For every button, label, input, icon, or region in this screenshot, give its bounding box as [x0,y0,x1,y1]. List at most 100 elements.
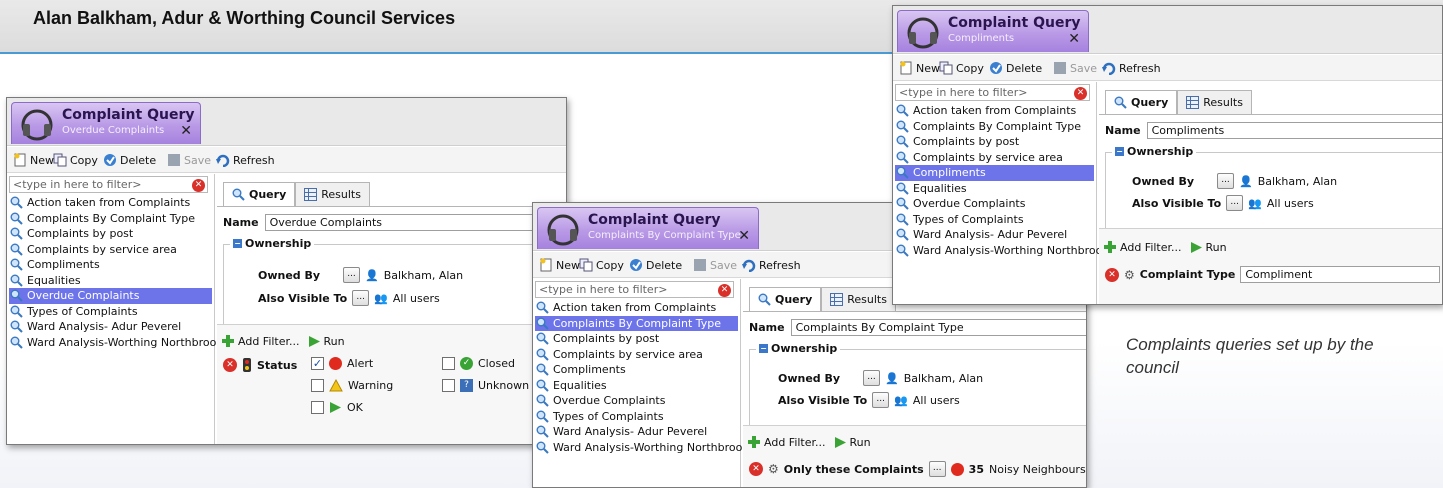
list-item[interactable]: Equalities [9,273,212,289]
tab-query[interactable]: Query [1105,90,1178,114]
closed-checkbox[interactable] [442,357,455,370]
name-field[interactable]: Compliments [1146,122,1442,139]
list-item[interactable]: Ward Analysis-Worthing Northbrook [535,440,749,456]
option-warning: Warning [311,379,393,392]
document-tab[interactable]: Complaint Query Compliments ✕ [897,10,1089,52]
add-filter-button[interactable]: Add Filter... [1103,240,1182,254]
document-tab[interactable]: Complaint Query Overdue Complaints ✕ [11,102,201,144]
list-item[interactable]: Equalities [895,181,1094,197]
owner-picker-button[interactable]: ... [343,267,360,283]
list-item[interactable]: Equalities [535,378,738,394]
add-filter-button[interactable]: Add Filter... [221,334,300,348]
close-icon[interactable]: ✕ [738,228,750,244]
list-item[interactable]: Types of Complaints [9,304,212,320]
list-item[interactable]: Ward Analysis-Worthing Northbrook [9,335,223,351]
visibility-picker-button[interactable]: ... [872,392,890,408]
new-button[interactable]: New [539,257,580,273]
list-item[interactable]: Overdue Complaints [535,393,738,409]
document-tab[interactable]: Complaint Query Complaints By Complaint … [537,207,759,249]
owner-picker-button[interactable]: ... [1217,173,1234,189]
copy-button[interactable]: Copy [579,257,624,273]
remove-condition-icon[interactable]: ✕ [223,358,237,372]
visible-to-row: Also Visible To... 👥 All users [778,392,960,408]
list-item-selected[interactable]: Overdue Complaints [9,288,212,304]
traffic-light-icon [243,358,251,372]
refresh-button[interactable]: Refresh [216,152,275,168]
remove-condition-icon[interactable]: ✕ [749,462,763,476]
clear-filter-icon[interactable]: ✕ [718,284,731,297]
list-item[interactable]: Complaints by post [895,134,1094,150]
list-item[interactable]: Complaints By Complaint Type [895,119,1094,135]
list-item[interactable]: Ward Analysis- Adur Peverel [535,424,738,440]
visibility-picker-button[interactable]: ... [352,290,370,306]
option-closed: ✓ Closed [442,357,515,370]
new-button[interactable]: New [13,152,54,168]
list-item[interactable]: Complaints By Complaint Type [9,211,212,227]
close-icon[interactable]: ✕ [1068,31,1080,47]
option-ok: OK [311,401,363,414]
add-filter-button[interactable]: Add Filter... [747,435,826,449]
list-item[interactable]: Action taken from Complaints [895,103,1094,119]
list-item[interactable]: Complaints by post [9,226,212,242]
list-item[interactable]: Ward Analysis- Adur Peverel [9,319,212,335]
run-button[interactable]: Run [308,335,345,348]
list-item[interactable]: Ward Analysis- Adur Peverel [895,227,1094,243]
delete-button[interactable]: Delete [629,257,682,273]
ok-checkbox[interactable] [311,401,324,414]
complaint-type-field[interactable]: Compliment [1240,266,1441,283]
collapse-icon[interactable]: − [233,239,242,248]
save-button[interactable]: Save [1053,60,1097,76]
save-button[interactable]: Save [693,257,737,273]
list-item[interactable]: Action taken from Complaints [9,195,212,211]
title-bar: Complaint Query Overdue Complaints ✕ [7,98,566,146]
refresh-button[interactable]: Refresh [1102,60,1161,76]
tab-results[interactable]: Results [1177,90,1252,114]
list-item-selected[interactable]: Compliments [895,165,1094,181]
warning-checkbox[interactable] [311,379,324,392]
refresh-button[interactable]: Refresh [742,257,801,273]
collapse-icon[interactable]: − [759,344,768,353]
filter-input[interactable]: <type in here to filter> ✕ [895,84,1090,101]
save-button[interactable]: Save [167,152,211,168]
list-item[interactable]: Ward Analysis-Worthing Northbrook [895,243,1109,259]
name-field[interactable]: Overdue Complaints [264,214,555,231]
filter-input[interactable]: <type in here to filter> ✕ [535,281,734,298]
copy-button[interactable]: Copy [53,152,98,168]
search-icon [536,425,549,438]
delete-button[interactable]: Delete [103,152,156,168]
plus-icon [748,436,760,448]
collapse-icon[interactable]: − [1115,147,1124,156]
filter-input[interactable]: <type in here to filter> ✕ [9,176,208,193]
list-item[interactable]: Types of Complaints [895,212,1094,228]
list-item[interactable]: Compliments [9,257,212,273]
new-button[interactable]: New [899,60,940,76]
list-item[interactable]: Overdue Complaints [895,196,1094,212]
list-item[interactable]: Compliments [535,362,738,378]
users-icon: 👥 [374,291,388,305]
run-button[interactable]: Run [1190,241,1227,254]
run-button[interactable]: Run [834,436,871,449]
tab-results[interactable]: Results [821,287,896,311]
list-item[interactable]: Complaints by post [535,331,738,347]
tab-results[interactable]: Results [295,182,370,206]
tab-query[interactable]: Query [749,287,822,311]
delete-button[interactable]: Delete [989,60,1042,76]
tab-query[interactable]: Query [223,182,296,206]
list-item-selected[interactable]: Complaints By Complaint Type [535,315,738,331]
remove-condition-icon[interactable]: ✕ [1105,267,1119,282]
owner-picker-button[interactable]: ... [863,370,880,386]
alert-checkbox[interactable]: ✓ [311,357,324,370]
visibility-picker-button[interactable]: ... [1226,195,1244,211]
list-item[interactable]: Complaints by service area [535,347,738,363]
list-item[interactable]: Types of Complaints [535,409,738,425]
list-item[interactable]: Action taken from Complaints [535,300,738,316]
name-field[interactable]: Complaints By Complaint Type [790,319,1086,336]
list-item[interactable]: Complaints by service area [895,150,1094,166]
close-icon[interactable]: ✕ [180,123,192,139]
list-item[interactable]: Complaints by service area [9,242,212,258]
unknown-checkbox[interactable] [442,379,455,392]
complaint-picker-button[interactable]: ... [928,461,946,477]
copy-button[interactable]: Copy [939,60,984,76]
clear-filter-icon[interactable]: ✕ [1074,87,1087,100]
clear-filter-icon[interactable]: ✕ [192,179,205,192]
